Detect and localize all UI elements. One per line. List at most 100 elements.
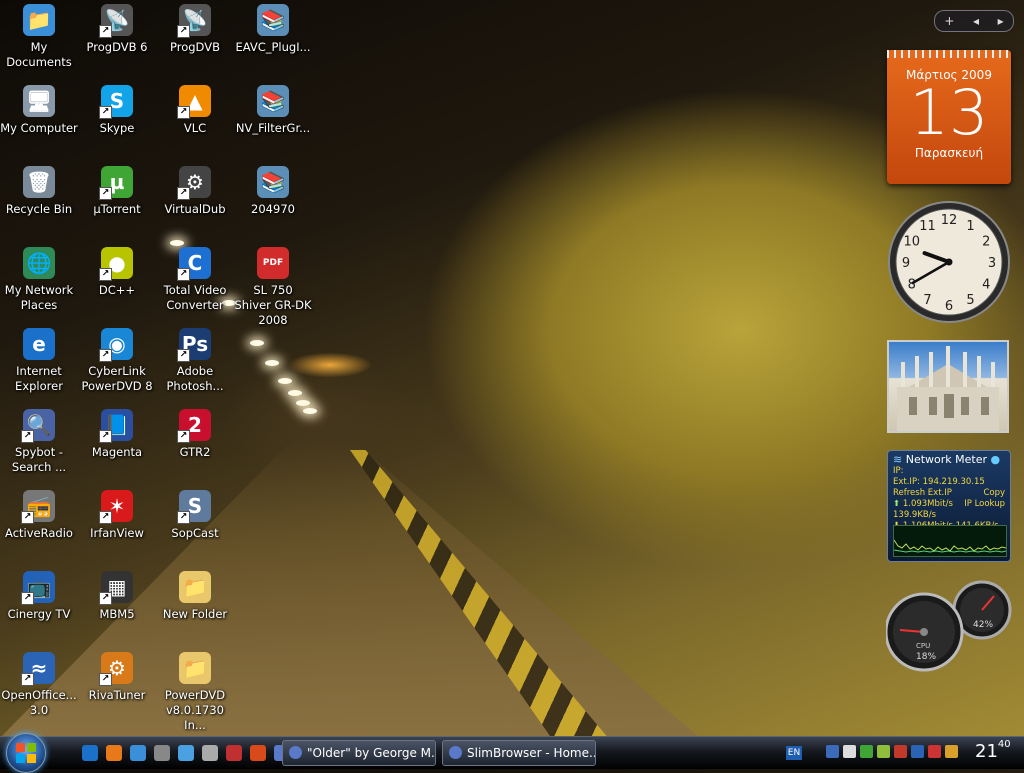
ip-lookup-link[interactable]: IP Lookup [964,499,1005,510]
next-gadgets-button[interactable]: ▸ [998,14,1004,28]
slideshow-gadget[interactable] [887,340,1009,433]
desktop-icon[interactable]: ⚙ VirtualDub [156,166,234,217]
tray-icon[interactable] [826,745,839,758]
desktop-icon[interactable]: CTotal Video Converter [156,247,234,313]
clock-minute: 40 [997,739,1011,750]
desktop-icon-label: My Network Places [4,283,74,312]
desktop-icon[interactable]: ◉CyberLink PowerDVD 8 [78,328,156,394]
quick-launch-icon[interactable] [178,745,194,761]
clock-numeral: 12 [941,213,958,228]
clock-numeral: 9 [902,256,910,271]
desktop-icon-label: Adobe Photosh... [166,364,224,393]
quick-launch-icon[interactable] [226,745,242,761]
upload-rate: 139.9KB/s [893,510,937,520]
recycle-bin-icon: 🗑 [23,166,55,198]
upload-arrow-icon: ⬆ [893,499,901,509]
desktop-icon-label: Magenta [91,445,143,459]
taskbar-button-media-player[interactable]: "Older" by George M... [282,740,436,766]
desktop-icon[interactable]: PsAdobe Photosh... [156,328,234,394]
tray-icon[interactable] [843,745,856,758]
desktop-icon-label: Cinergy TV [7,607,71,621]
desktop-icon[interactable]: ✶ IrfanView [78,490,156,541]
clock-numeral: 5 [966,293,974,308]
refresh-ip-link[interactable]: Refresh Ext.IP [893,488,952,498]
desktop-icon-label: Recycle Bin [5,202,73,216]
desktop-icon[interactable]: 📚 NV_FilterGr... [234,85,312,136]
desktop-icon[interactable]: ▦ MBM5 [78,571,156,622]
folder-icon: 📁 [179,652,211,684]
desktop-icon[interactable]: 📚 EAVC_PlugI... [234,4,312,55]
photoshop-icon: Ps [177,328,211,362]
calendar-rings [887,50,1011,58]
quick-launch-icon[interactable] [106,745,122,761]
clock-gadget[interactable]: 1234567891011 12 [887,200,1011,324]
desktop-icon[interactable]: ⚙ RivaTuner [78,652,156,703]
desktop-icon[interactable]: 📡 ProgDVB 6 [78,4,156,55]
calendar-gadget[interactable]: Μάρτιος 2009 13 Παρασκευή [887,50,1011,184]
desktop-icon[interactable]: e Internet Explorer [0,328,78,394]
clock-numeral: 6 [945,299,953,314]
desktop-icon[interactable]: 📺 Cinergy TV [0,571,78,622]
clock-numeral: 2 [982,235,990,250]
powerdvd-icon: ◉ [99,328,133,362]
desktop-icon[interactable]: 🖥 My Computer [0,85,78,136]
desktop-icon[interactable]: ● DC++ [78,247,156,298]
desktop-icon-label: IrfanView [90,526,144,540]
desktop-icon[interactable]: S SopCast [156,490,234,541]
desktop-icon[interactable]: 📻 ActiveRadio [0,490,78,541]
tray-icon[interactable] [860,745,873,758]
quick-launch-icon[interactable] [82,745,98,761]
copy-ip-link[interactable]: Copy [983,488,1005,499]
quick-launch-icon[interactable] [130,745,146,761]
taskbar-clock[interactable]: 2140 [975,739,1011,762]
previous-gadgets-button[interactable]: ◂ [973,14,979,28]
taskbar-button-slimbrowser[interactable]: SlimBrowser - Home... [442,740,596,766]
desktop-icon[interactable]: 📘 Magenta [78,409,156,460]
desktop-icon[interactable]: PDF SL 750 Shiver GR-DK 2008 [234,247,312,328]
desktop-icon-label: GTR2 [179,445,211,459]
desktop-icon[interactable]: 📁 New Folder [156,571,234,622]
clock-numeral: 11 [919,219,936,234]
rivatuner-gear-icon: ⚙ [99,652,133,686]
tray-icon[interactable] [928,745,941,758]
tray-icon[interactable] [877,745,890,758]
desktop-icon[interactable]: ≈OpenOffice... 3.0 [0,652,78,718]
tray-icon[interactable] [894,745,907,758]
satellite-dish-icon: 📡 [99,4,133,38]
quick-launch-icon[interactable] [202,745,218,761]
folder-documents-icon: 📁 [23,4,55,36]
desktop-icon[interactable]: 📁 My Documents [0,4,78,70]
start-button[interactable] [6,733,46,773]
desktop-icon[interactable]: 📡 ProgDVB [156,4,234,55]
quick-launch-icon[interactable] [250,745,266,761]
tray-icon[interactable] [911,745,924,758]
desktop-icon-label: SopCast [171,526,219,540]
clock-numeral: 8 [908,278,916,293]
desktop-icon[interactable]: µ µTorrent [78,166,156,217]
gear-icon: ⚙ [177,166,211,200]
desktop-icon[interactable]: 🗑 Recycle Bin [0,166,78,217]
desktop-icon[interactable]: 🔍Spybot - Search ... [0,409,78,475]
desktop-icon[interactable]: S Skype [78,85,156,136]
desktop-icon[interactable]: 2 GTR2 [156,409,234,460]
cpu-meter-gadget[interactable]: CPU 18% 42% [884,580,1012,672]
desktop-icon[interactable]: 📁 PowerDVD v8.0.1730 In... [156,652,234,733]
satellite-dish-icon: 📡 [177,4,211,38]
clock-numeral: 4 [982,278,990,293]
clock-numeral: 3 [988,256,996,271]
calendar-day: 13 [909,76,989,149]
desktop-icon[interactable]: 🌐 My Network Places [0,247,78,313]
desktop-icon-label: Internet Explorer [15,364,63,393]
desktop-icon-label: ProgDVB 6 [86,40,148,54]
add-gadget-button[interactable]: + [944,14,954,28]
desktop-icon-label: New Folder [162,607,228,621]
network-globe-icon: 🌐 [23,247,55,279]
quick-launch-icon[interactable] [154,745,170,761]
desktop-icon[interactable]: 📚 204970 [234,166,312,217]
desktop-icon[interactable]: ▲ VLC [156,85,234,136]
language-indicator[interactable]: EN [786,746,802,760]
sidebar-controls: + ◂ ▸ [934,10,1014,32]
cpu-meter-dials [884,580,1012,672]
tray-icon[interactable] [945,745,958,758]
desktop-icon-label: EAVC_PlugI... [235,40,311,54]
